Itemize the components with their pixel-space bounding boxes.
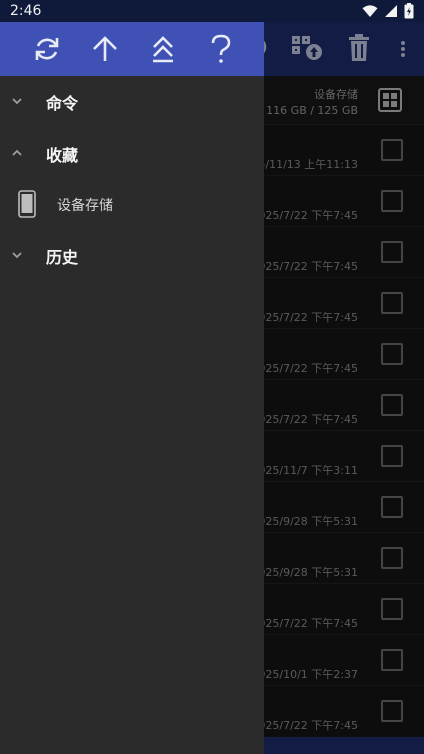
navigation-drawer: 命令 收藏 设备存储 历史 xyxy=(0,22,264,754)
refresh-icon[interactable] xyxy=(30,32,64,66)
drawer-toolbar xyxy=(0,22,264,76)
battery-icon xyxy=(404,3,414,19)
arrow-up-icon[interactable] xyxy=(88,32,122,66)
section-commands[interactable]: 命令 xyxy=(0,76,264,128)
status-bar: 2:46 xyxy=(0,0,424,22)
favorite-label: 设备存储 xyxy=(57,198,113,214)
section-label: 收藏 xyxy=(46,146,79,165)
wifi-icon xyxy=(362,4,378,17)
section-label: 历史 xyxy=(46,248,79,267)
chevrons-up-icon[interactable] xyxy=(146,32,180,66)
help-icon[interactable] xyxy=(204,32,238,66)
status-icons xyxy=(362,3,414,19)
chevron-down-icon xyxy=(12,98,22,105)
chevron-down-icon xyxy=(12,252,22,259)
section-history[interactable]: 历史 xyxy=(0,230,264,282)
section-favorites[interactable]: 收藏 xyxy=(0,128,264,180)
status-time: 2:46 xyxy=(10,3,42,19)
section-label: 命令 xyxy=(46,94,79,113)
chevron-up-icon xyxy=(12,149,22,156)
signal-icon xyxy=(385,5,397,17)
favorite-device-storage[interactable]: 设备存储 xyxy=(0,180,264,230)
phone-icon xyxy=(18,190,36,218)
